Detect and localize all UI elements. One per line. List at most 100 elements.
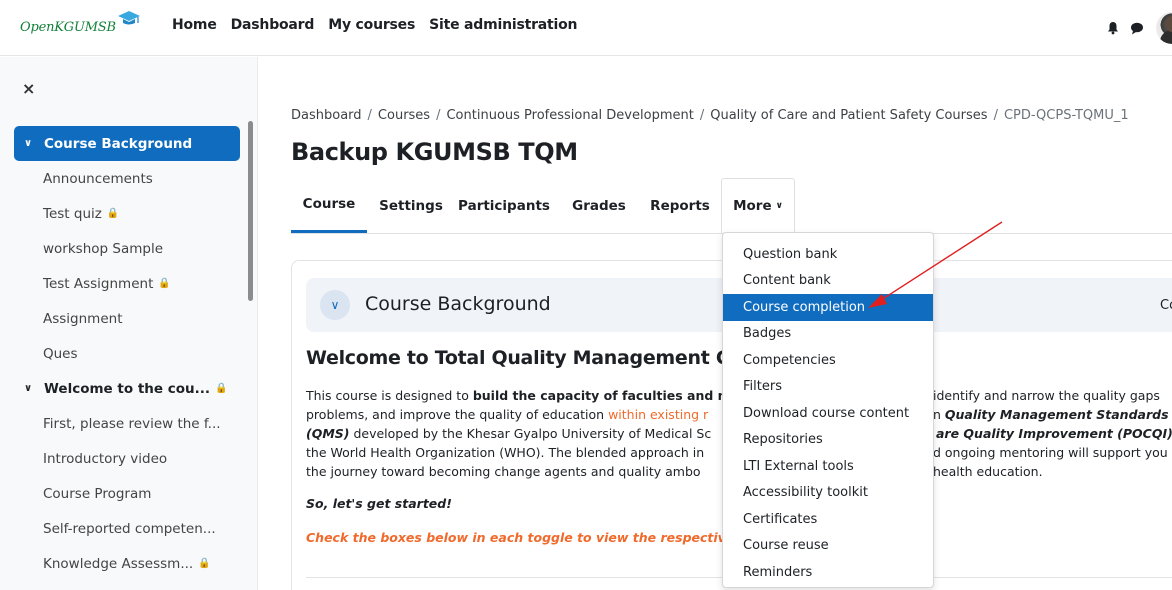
collapse-section-button[interactable]: ∨ bbox=[320, 290, 350, 320]
section-title: Course Background bbox=[365, 293, 551, 315]
index-item-label: Test Assignment bbox=[43, 275, 154, 292]
index-item-knowledge-assessment[interactable]: Knowledge Assessm... 🔒 bbox=[14, 546, 240, 581]
index-item-test-assignment[interactable]: Test Assignment 🔒 bbox=[14, 266, 240, 301]
text-run: the World Health Organization (WHO). The… bbox=[306, 445, 705, 460]
breadcrumb-dashboard[interactable]: Dashboard bbox=[291, 108, 362, 123]
bell-icon[interactable] bbox=[1106, 21, 1120, 35]
welcome-heading: Welcome to Total Quality Management C bbox=[306, 347, 730, 369]
menu-item-accessibility-toolkit[interactable]: Accessibility toolkit bbox=[723, 480, 933, 507]
primary-navigation: Home Dashboard My courses Site administr… bbox=[172, 17, 578, 33]
tab-label: Grades bbox=[572, 197, 626, 214]
tab-course[interactable]: Course bbox=[291, 178, 367, 233]
avatar-face bbox=[1165, 16, 1172, 32]
tab-label: Participants bbox=[458, 197, 550, 214]
breadcrumb-qcps[interactable]: Quality of Care and Patient Safety Cours… bbox=[710, 108, 987, 123]
tab-grades[interactable]: Grades bbox=[569, 178, 629, 233]
tab-label: Settings bbox=[379, 197, 443, 214]
breadcrumb-separator: / bbox=[436, 108, 441, 123]
close-drawer-icon[interactable]: × bbox=[22, 79, 35, 98]
menu-item-filters[interactable]: Filters bbox=[723, 374, 933, 401]
breadcrumb-current: CPD-QCPS-TQMU_1 bbox=[1003, 108, 1129, 123]
index-item-label: Introductory video bbox=[43, 450, 168, 467]
menu-item-repositories[interactable]: Repositories bbox=[723, 427, 933, 454]
menu-item-reminders[interactable]: Reminders bbox=[723, 559, 933, 586]
index-item-assignment[interactable]: Assignment bbox=[14, 301, 240, 336]
index-item-label: Knowledge Assessm... bbox=[43, 555, 194, 572]
chevron-down-icon[interactable]: ∨ bbox=[24, 383, 38, 394]
collapse-all-link[interactable]: Co bbox=[1160, 298, 1172, 313]
text-run: This course is designed to bbox=[306, 388, 473, 403]
annotation-arrow-icon bbox=[868, 221, 1003, 308]
text-run: n bbox=[933, 407, 945, 422]
menu-item-course-reuse[interactable]: Course reuse bbox=[723, 533, 933, 560]
index-item-label: Announcements bbox=[43, 170, 153, 187]
index-item-label: workshop Sample bbox=[43, 240, 163, 257]
index-item-label: Course Background bbox=[44, 135, 193, 152]
menu-item-download-course-content[interactable]: Download course content bbox=[723, 400, 933, 427]
text-run: the journey toward becoming change agent… bbox=[306, 464, 701, 479]
nav-my-courses-link[interactable]: My courses bbox=[328, 17, 415, 33]
user-area bbox=[1032, 12, 1172, 44]
chevron-down-icon[interactable]: ∨ bbox=[24, 138, 38, 149]
lets-get-started-text: So, let's get started! bbox=[306, 496, 452, 511]
chat-bubble-icon[interactable] bbox=[1130, 21, 1144, 35]
instruction-text: Check the boxes below in each toggle to … bbox=[306, 530, 747, 545]
index-section-welcome[interactable]: ∨ Welcome to the cou... 🔒 bbox=[14, 371, 240, 406]
index-item-label: Welcome to the cou... bbox=[44, 380, 211, 397]
tab-label: Course bbox=[302, 196, 356, 212]
lock-icon: 🔒 bbox=[198, 558, 211, 569]
lock-icon: 🔒 bbox=[215, 383, 228, 394]
top-navbar: OpenKGUMSB Home Dashboard My courses Sit… bbox=[0, 0, 1172, 56]
lock-icon: 🔒 bbox=[106, 208, 120, 219]
bold-italic-text: Quality Management Standards bbox=[944, 407, 1169, 422]
index-item-workshop-sample[interactable]: workshop Sample bbox=[14, 231, 240, 266]
avatar-body bbox=[1160, 30, 1172, 44]
user-avatar[interactable] bbox=[1156, 12, 1172, 44]
site-logo[interactable]: OpenKGUMSB bbox=[20, 11, 142, 40]
tab-settings[interactable]: Settings bbox=[375, 178, 447, 233]
breadcrumb-cpd[interactable]: Continuous Professional Development bbox=[446, 108, 693, 123]
drawer-scrollbar[interactable] bbox=[248, 121, 253, 301]
text-run: identify and narrow the quality gaps bbox=[933, 388, 1160, 403]
index-item-ques[interactable]: Ques bbox=[14, 336, 240, 371]
nav-home-link[interactable]: Home bbox=[172, 17, 217, 33]
menu-item-competencies[interactable]: Competencies bbox=[723, 347, 933, 374]
text-run: health education. bbox=[933, 464, 1043, 479]
chevron-down-icon: ∨ bbox=[330, 298, 340, 312]
index-item-first-review[interactable]: First, please review the f... bbox=[14, 406, 240, 441]
course-index-list: ∨ Course Background Announcements Test q… bbox=[14, 126, 240, 581]
text-run: d ongoing mentoring will support you bbox=[933, 445, 1168, 460]
menu-item-lti-external-tools[interactable]: LTI External tools bbox=[723, 453, 933, 480]
bold-text: build the capacity of faculties and n bbox=[472, 388, 727, 403]
lock-icon: 🔒 bbox=[158, 278, 171, 289]
tab-participants[interactable]: Participants bbox=[457, 178, 551, 233]
chevron-down-icon: ∨ bbox=[775, 201, 783, 211]
tab-reports[interactable]: Reports bbox=[647, 178, 713, 233]
tab-more-dropdown-toggle[interactable]: More ∨ bbox=[721, 178, 795, 233]
tab-label: More bbox=[733, 198, 772, 214]
orange-link-text[interactable]: within existing r bbox=[608, 407, 708, 422]
index-item-course-program[interactable]: Course Program bbox=[14, 476, 240, 511]
course-secondary-navigation: Course Settings Participants Grades Repo… bbox=[291, 178, 1172, 234]
index-item-announcements[interactable]: Announcements bbox=[14, 161, 240, 196]
index-item-label: Self-reported competen... bbox=[43, 520, 216, 537]
nav-site-administration-link[interactable]: Site administration bbox=[429, 17, 577, 33]
menu-item-certificates[interactable]: Certificates bbox=[723, 506, 933, 533]
page-title: Backup KGUMSB TQM bbox=[291, 138, 578, 166]
breadcrumb-separator: / bbox=[367, 108, 372, 123]
index-item-label: Ques bbox=[43, 345, 78, 362]
bold-italic-text: are Quality Improvement (POCQI) bbox=[936, 426, 1172, 441]
text-run: developed by the Khesar Gyalpo Universit… bbox=[349, 426, 712, 441]
nav-dashboard-link[interactable]: Dashboard bbox=[231, 17, 315, 33]
index-section-course-background[interactable]: ∨ Course Background bbox=[14, 126, 240, 161]
index-item-introductory-video[interactable]: Introductory video bbox=[14, 441, 240, 476]
index-item-self-reported[interactable]: Self-reported competen... bbox=[14, 511, 240, 546]
index-item-test-quiz[interactable]: Test quiz 🔒 bbox=[14, 196, 240, 231]
text-run: problems, and improve the quality of edu… bbox=[306, 407, 609, 422]
index-item-label: Test quiz bbox=[43, 205, 102, 222]
menu-item-badges[interactable]: Badges bbox=[723, 321, 933, 348]
logo-text: OpenKGUMSB bbox=[20, 20, 116, 35]
breadcrumb-courses[interactable]: Courses bbox=[378, 108, 430, 123]
breadcrumb-separator: / bbox=[699, 108, 705, 123]
breadcrumb: Dashboard / Courses / Continuous Professiona… bbox=[291, 108, 1129, 123]
